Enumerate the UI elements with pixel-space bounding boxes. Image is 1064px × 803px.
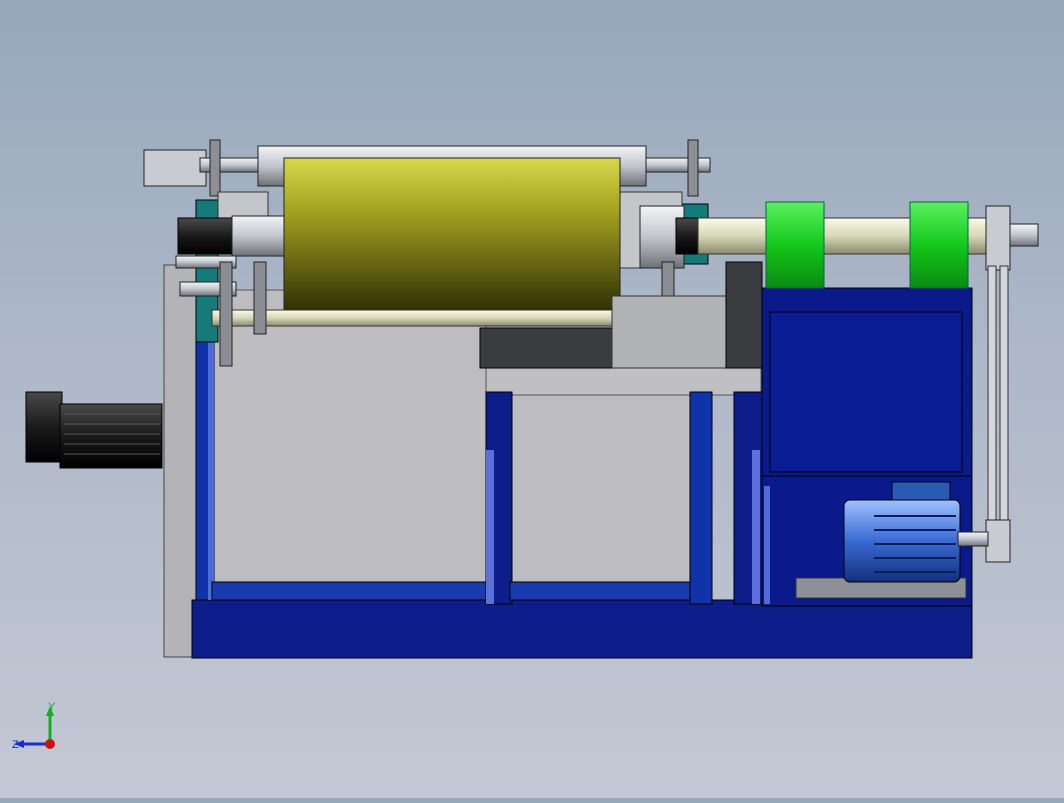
print-roller	[283, 157, 621, 317]
cad-viewport[interactable]: Y Z	[0, 0, 1064, 798]
servo-motor	[25, 391, 163, 469]
z-axis-label: Z	[12, 739, 19, 751]
machine-model[interactable]	[0, 0, 1064, 798]
x-axis-dot	[45, 739, 55, 749]
y-axis-label: Y	[48, 701, 56, 713]
coordinate-triad-icon: Y Z	[8, 700, 68, 756]
belt-drive	[985, 205, 1011, 563]
